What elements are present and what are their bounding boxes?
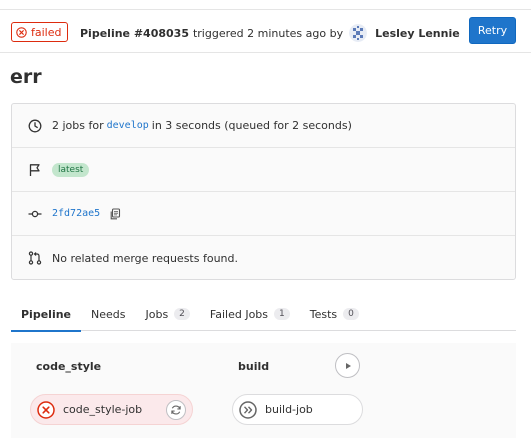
failed-status-icon bbox=[16, 26, 27, 38]
tab-label: Pipeline bbox=[21, 307, 71, 321]
tab-jobs[interactable]: Jobs 2 bbox=[135, 297, 199, 331]
stage-title-code-style: code_style bbox=[36, 360, 102, 373]
branch-link[interactable]: develop bbox=[107, 120, 149, 131]
tab-pipeline[interactable]: Pipeline bbox=[11, 297, 81, 332]
jobs-count-badge: 2 bbox=[174, 308, 190, 320]
pipeline-graph: code_style build code_style-job build-jo… bbox=[11, 343, 516, 438]
play-stage-button[interactable] bbox=[335, 353, 360, 378]
clock-icon bbox=[28, 119, 42, 133]
tab-needs[interactable]: Needs bbox=[81, 297, 135, 331]
pipeline-info-card: 2 jobs for develop in 3 seconds (queued … bbox=[11, 103, 516, 280]
job-code-style[interactable]: code_style-job bbox=[30, 394, 193, 425]
avatar[interactable] bbox=[349, 24, 368, 42]
author-link[interactable]: Lesley Lennie bbox=[375, 27, 460, 40]
commit-sha-link[interactable]: 2fd72ae5 bbox=[52, 208, 100, 219]
tests-count-badge: 0 bbox=[343, 308, 359, 320]
job-build[interactable]: build-job bbox=[232, 394, 363, 425]
tab-failed-jobs[interactable]: Failed Jobs 1 bbox=[200, 297, 300, 331]
merge-requests-row: No related merge requests found. bbox=[12, 236, 515, 280]
tab-label: Needs bbox=[91, 307, 126, 321]
page-title: err bbox=[10, 66, 42, 88]
retry-job-button[interactable] bbox=[166, 400, 186, 420]
merge-request-icon bbox=[28, 251, 42, 265]
retry-button[interactable]: Retry bbox=[469, 17, 516, 44]
tab-label: Tests bbox=[309, 307, 338, 321]
tab-label: Failed Jobs bbox=[209, 307, 269, 321]
status-label: failed bbox=[31, 25, 62, 39]
flag-icon bbox=[28, 163, 42, 177]
skipped-status-icon bbox=[239, 400, 257, 419]
pipeline-header: failed Pipeline #408035 triggered 2 minu… bbox=[0, 9, 531, 53]
latest-badge[interactable]: latest bbox=[52, 162, 90, 177]
retry-icon bbox=[171, 405, 181, 415]
job-name: build-job bbox=[265, 403, 313, 416]
triggered-text: triggered 2 minutes ago by bbox=[192, 26, 344, 40]
pipeline-tabs: Pipeline Needs Jobs 2 Failed Jobs 1 Test… bbox=[11, 297, 516, 332]
jobs-duration-row: 2 jobs for develop in 3 seconds (queued … bbox=[12, 104, 515, 148]
commit-row: 2fd72ae5 bbox=[12, 192, 515, 236]
failed-status-icon bbox=[37, 400, 55, 419]
status-badge[interactable]: failed bbox=[11, 22, 69, 42]
commit-icon bbox=[28, 207, 42, 221]
pipeline-summary: Pipeline #408035 triggered 2 minutes ago… bbox=[80, 24, 460, 42]
pipeline-id: Pipeline #408035 bbox=[80, 26, 189, 40]
stage-title-build: build bbox=[238, 360, 270, 373]
tab-tests[interactable]: Tests 0 bbox=[300, 297, 369, 331]
merge-requests-text: No related merge requests found. bbox=[52, 251, 238, 265]
job-name: code_style-job bbox=[63, 403, 143, 416]
jobs-suffix: in 3 seconds (queued for 2 seconds) bbox=[151, 119, 352, 132]
tab-label: Jobs bbox=[145, 307, 169, 321]
badges-row: latest bbox=[12, 148, 515, 192]
copy-icon[interactable] bbox=[109, 207, 121, 220]
jobs-prefix: 2 jobs for bbox=[52, 119, 104, 132]
failed-jobs-count-badge: 1 bbox=[274, 308, 290, 320]
play-icon bbox=[345, 362, 351, 369]
